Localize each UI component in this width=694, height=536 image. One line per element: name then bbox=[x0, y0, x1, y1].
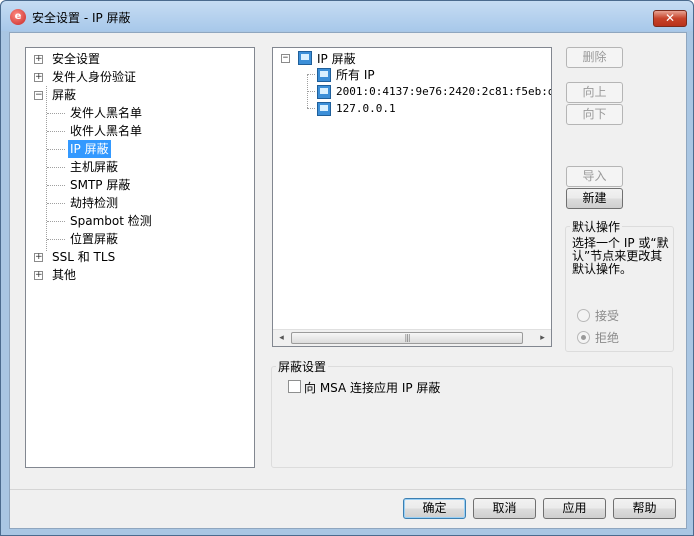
ip-tree-item[interactable]: 2001:0:4137:9e76:2420:2c81:f5eb:d7d bbox=[317, 84, 551, 100]
ip-list-tree[interactable]: − IP 屏蔽 所有 IP 2001:0:4137:9e76:2420:2c81… bbox=[272, 47, 552, 347]
nav-item-label: Spambot 检测 bbox=[70, 214, 152, 228]
reject-radio-label: 拒绝 bbox=[595, 331, 620, 345]
scroll-left-arrow-icon[interactable]: ◂ bbox=[273, 330, 290, 347]
collapse-icon[interactable]: − bbox=[34, 91, 43, 100]
scroll-thumb[interactable]: ||| bbox=[291, 332, 523, 344]
tree-connector bbox=[47, 239, 65, 240]
accept-radio-label: 接受 bbox=[595, 309, 620, 323]
scroll-right-arrow-icon[interactable]: ▸ bbox=[534, 330, 551, 347]
nav-item-label: 安全设置 bbox=[52, 52, 101, 66]
help-button[interactable]: 帮助 bbox=[613, 498, 676, 519]
import-button[interactable]: 导入 bbox=[566, 166, 623, 187]
ip-tree-root-label: IP 屏蔽 bbox=[317, 52, 356, 66]
tree-connector bbox=[47, 167, 65, 168]
ip-tree-item-label: 所有 IP bbox=[336, 68, 375, 82]
tree-connector bbox=[47, 185, 65, 186]
ip-list-viewport: − IP 屏蔽 所有 IP 2001:0:4137:9e76:2420:2c81… bbox=[273, 48, 551, 329]
apply-button[interactable]: 应用 bbox=[543, 498, 606, 519]
collapse-icon[interactable]: − bbox=[281, 54, 290, 63]
nav-item-label: SSL 和 TLS bbox=[52, 250, 116, 264]
network-icon bbox=[298, 51, 312, 65]
dialog-body: + 安全设置 + 发件人身份验证 − 屏蔽 发件人黑名单 收件人黑名单 IP 屏… bbox=[9, 32, 687, 529]
expand-icon[interactable]: + bbox=[34, 55, 43, 64]
title-bar[interactable]: e 安全设置 - IP 屏蔽 ✕ bbox=[1, 1, 693, 31]
tree-connector bbox=[47, 131, 65, 132]
settings-nav-tree[interactable]: + 安全设置 + 发件人身份验证 − 屏蔽 发件人黑名单 收件人黑名单 IP 屏… bbox=[25, 47, 255, 468]
cancel-button[interactable]: 取消 bbox=[473, 498, 536, 519]
accept-radio[interactable] bbox=[577, 309, 590, 322]
close-button[interactable]: ✕ bbox=[653, 10, 687, 27]
nav-item-label: 劫持检测 bbox=[70, 196, 119, 210]
ip-tree-item[interactable]: 所有 IP bbox=[317, 67, 551, 83]
screening-settings-title: 屏蔽设置 bbox=[276, 358, 329, 375]
tree-connector bbox=[307, 91, 315, 92]
nav-item-label: 主机屏蔽 bbox=[70, 160, 119, 174]
network-icon bbox=[317, 68, 331, 82]
footer-divider bbox=[10, 489, 686, 490]
new-button[interactable]: 新建 bbox=[566, 188, 623, 209]
move-up-button[interactable]: 向上 bbox=[566, 82, 623, 103]
tree-connector bbox=[46, 86, 47, 251]
expand-icon[interactable]: + bbox=[34, 271, 43, 280]
expand-icon[interactable]: + bbox=[34, 73, 43, 82]
reject-radio[interactable] bbox=[577, 331, 590, 344]
nav-item-label: 发件人身份验证 bbox=[52, 70, 137, 84]
network-icon bbox=[317, 102, 331, 116]
dialog-window: e 安全设置 - IP 屏蔽 ✕ + 安全设置 + 发件人身份验证 − 屏蔽 发… bbox=[0, 0, 694, 536]
network-icon bbox=[317, 85, 331, 99]
nav-item-label: 屏蔽 bbox=[52, 88, 77, 102]
tree-connector bbox=[307, 74, 315, 75]
tree-connector bbox=[307, 108, 315, 109]
expand-icon[interactable]: + bbox=[34, 253, 43, 262]
nav-item-label: IP 屏蔽 bbox=[68, 140, 111, 158]
horizontal-scrollbar[interactable]: ◂ ||| ▸ bbox=[273, 329, 551, 346]
tree-connector bbox=[47, 203, 65, 204]
ok-button[interactable]: 确定 bbox=[403, 498, 466, 519]
window-title: 安全设置 - IP 屏蔽 bbox=[32, 11, 131, 25]
screening-settings-group: 屏蔽设置 向 MSA 连接应用 IP 屏蔽 bbox=[271, 358, 673, 468]
nav-item-label: SMTP 屏蔽 bbox=[70, 178, 131, 192]
nav-item-label: 其他 bbox=[52, 268, 77, 282]
apply-ip-screening-to-msa-checkbox[interactable] bbox=[288, 380, 301, 393]
ip-tree-item-label: 2001:0:4137:9e76:2420:2c81:f5eb:d7d bbox=[336, 85, 551, 98]
default-action-title: 默认操作 bbox=[570, 218, 623, 235]
move-down-button[interactable]: 向下 bbox=[566, 104, 623, 125]
nav-item-label: 发件人黑名单 bbox=[70, 106, 143, 120]
default-action-description: 选择一个 IP 或“默认”节点来更改其默认操作。 bbox=[572, 236, 669, 276]
apply-ip-screening-to-msa-label[interactable]: 向 MSA 连接应用 IP 屏蔽 bbox=[304, 379, 440, 396]
delete-button[interactable]: 删除 bbox=[566, 47, 623, 68]
ip-tree-item-label: 127.0.0.1 bbox=[336, 102, 396, 115]
ip-tree-item[interactable]: 127.0.0.1 bbox=[317, 101, 551, 117]
tree-connector bbox=[47, 221, 65, 222]
default-action-group: 默认操作 选择一个 IP 或“默认”节点来更改其默认操作。 接受 拒绝 bbox=[565, 218, 674, 352]
app-logo-icon: e bbox=[10, 9, 26, 25]
nav-item-label: 位置屏蔽 bbox=[70, 232, 119, 246]
tree-connector bbox=[47, 149, 65, 150]
nav-item-label: 收件人黑名单 bbox=[70, 124, 143, 138]
tree-connector bbox=[47, 113, 65, 114]
